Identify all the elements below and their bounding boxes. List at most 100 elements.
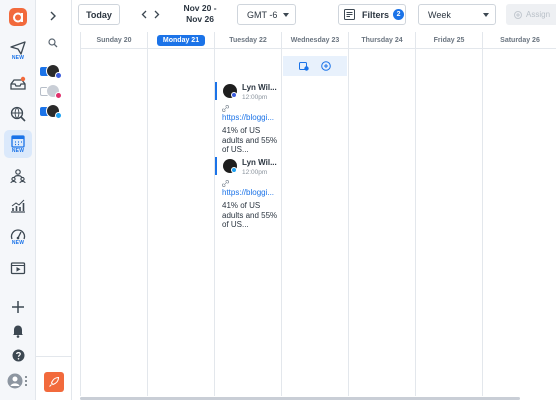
view-value: Week <box>428 9 451 20</box>
today-day-label: Monday 21 <box>156 34 206 46</box>
day-column-friday[interactable]: Friday 25 <box>416 32 483 396</box>
calendar-icon <box>11 135 25 148</box>
day-header: Monday 21 <box>148 32 214 49</box>
scheduled-post[interactable]: Lyn Wil... 12:00pm https://bloggi... 41%… <box>215 157 280 231</box>
publish-icon <box>10 41 26 55</box>
timezone-select[interactable]: GMT -6 <box>237 4 296 25</box>
previous-week-button[interactable] <box>139 8 149 20</box>
day-column-saturday[interactable]: Saturday 26 <box>483 32 556 396</box>
next-week-button[interactable] <box>152 8 162 20</box>
post-text: 41% of US adults and 55% of US... <box>222 126 278 154</box>
day-label: Sunday 20 <box>96 36 132 44</box>
link-icon <box>222 180 229 187</box>
help-button[interactable] <box>4 342 32 368</box>
nav-team[interactable] <box>4 163 32 189</box>
nav-media[interactable] <box>4 255 32 281</box>
twitter-icon <box>231 167 237 173</box>
account-facebook[interactable] <box>40 64 68 80</box>
post-author: Lyn Wil... <box>242 83 277 92</box>
accounts-panel <box>36 0 72 400</box>
team-icon <box>10 169 26 184</box>
date-range-start: Nov 20 - <box>183 3 217 13</box>
post-link[interactable]: https://bloggi... <box>222 113 274 122</box>
date-range: Nov 20 - Nov 26 <box>180 3 220 25</box>
expand-panel-button[interactable] <box>49 8 57 26</box>
nav-dashboard[interactable]: NEW <box>4 224 32 250</box>
week-calendar-grid: Sunday 20 Monday 21 Tuesday 22 Lyn Wil..… <box>80 32 556 396</box>
filter-icon <box>344 9 355 20</box>
day-header: Friday 25 <box>416 32 482 49</box>
post-status-bar <box>215 82 217 100</box>
post-time: 12:00pm <box>242 169 268 176</box>
view-select[interactable]: Week <box>418 4 496 25</box>
compose-button[interactable] <box>44 372 64 392</box>
link-icon <box>222 105 229 112</box>
search-icon <box>48 38 58 48</box>
day-column-wednesday[interactable]: Wednesday 23 <box>282 32 349 396</box>
day-column-thursday[interactable]: Thursday 24 <box>349 32 416 396</box>
post-time: 12:00pm <box>242 94 268 101</box>
bell-icon <box>13 325 23 338</box>
listening-icon <box>10 106 26 122</box>
nav-inbox[interactable] <box>4 70 32 96</box>
day-label: Tuesday 22 <box>229 36 267 44</box>
chevron-right-icon <box>50 11 56 21</box>
post-author: Lyn Wil... <box>242 158 277 167</box>
main-nav-rail: NEW NEW NEW <box>0 0 36 400</box>
filters-button[interactable]: Filters 2 <box>338 4 406 25</box>
new-tag: NEW <box>11 55 25 61</box>
date-range-end: Nov 26 <box>186 14 214 24</box>
new-tag: NEW <box>11 240 25 246</box>
user-menu[interactable] <box>4 368 32 394</box>
chevron-left-icon <box>141 10 147 18</box>
reports-icon <box>11 199 25 213</box>
slot-actions <box>283 56 347 76</box>
divider <box>36 356 72 357</box>
filters-label: Filters <box>362 9 390 20</box>
facebook-icon <box>55 72 62 79</box>
facebook-icon <box>231 92 237 98</box>
day-label: Friday 25 <box>433 36 465 44</box>
scheduled-post[interactable]: Lyn Wil... 12:00pm https://bloggi... 41%… <box>215 82 280 156</box>
assign-button[interactable]: Assign <box>506 4 556 25</box>
app-logo[interactable] <box>4 4 32 30</box>
add-icon <box>12 301 24 313</box>
rocket-icon <box>49 376 60 387</box>
plus-circle-icon <box>514 10 522 19</box>
today-button[interactable]: Today <box>78 4 120 25</box>
search-button[interactable] <box>48 35 58 53</box>
day-header: Thursday 24 <box>349 32 415 49</box>
nav-reports[interactable] <box>4 193 32 219</box>
account-twitter[interactable] <box>40 104 68 120</box>
filters-count-badge: 2 <box>393 9 405 20</box>
timezone-value: GMT -6 <box>247 9 278 20</box>
day-header: Tuesday 22 <box>215 32 281 49</box>
add-draft-button[interactable] <box>299 61 309 71</box>
nav-publish[interactable]: NEW <box>4 38 32 64</box>
day-column-monday[interactable]: Monday 21 <box>148 32 215 396</box>
day-column-sunday[interactable]: Sunday 20 <box>81 32 148 396</box>
help-icon <box>12 349 24 361</box>
new-tag: NEW <box>11 148 25 154</box>
day-column-tuesday[interactable]: Tuesday 22 Lyn Wil... 12:00pm https://bl… <box>215 32 282 396</box>
day-header: Wednesday 23 <box>282 32 348 49</box>
nav-calendar[interactable]: NEW <box>4 130 32 158</box>
notifications-button[interactable] <box>4 318 32 344</box>
user-icon <box>7 373 27 389</box>
caret-down-icon <box>283 13 289 17</box>
assign-label: Assign <box>526 10 551 19</box>
post-text: 41% of US adults and 55% of US... <box>222 201 278 229</box>
post-status-bar <box>215 157 217 175</box>
day-label: Wednesday 23 <box>290 36 340 44</box>
account-instagram[interactable] <box>40 84 68 100</box>
post-link[interactable]: https://bloggi... <box>222 188 274 197</box>
instagram-icon <box>55 92 62 99</box>
day-label: Thursday 24 <box>361 36 403 44</box>
inbox-icon <box>10 76 26 90</box>
caret-down-icon <box>483 13 489 17</box>
day-header: Saturday 26 <box>483 32 556 49</box>
dashboard-icon <box>10 229 26 240</box>
add-post-button[interactable] <box>321 61 331 71</box>
nav-listening[interactable] <box>4 101 32 127</box>
add-button[interactable] <box>4 294 32 320</box>
